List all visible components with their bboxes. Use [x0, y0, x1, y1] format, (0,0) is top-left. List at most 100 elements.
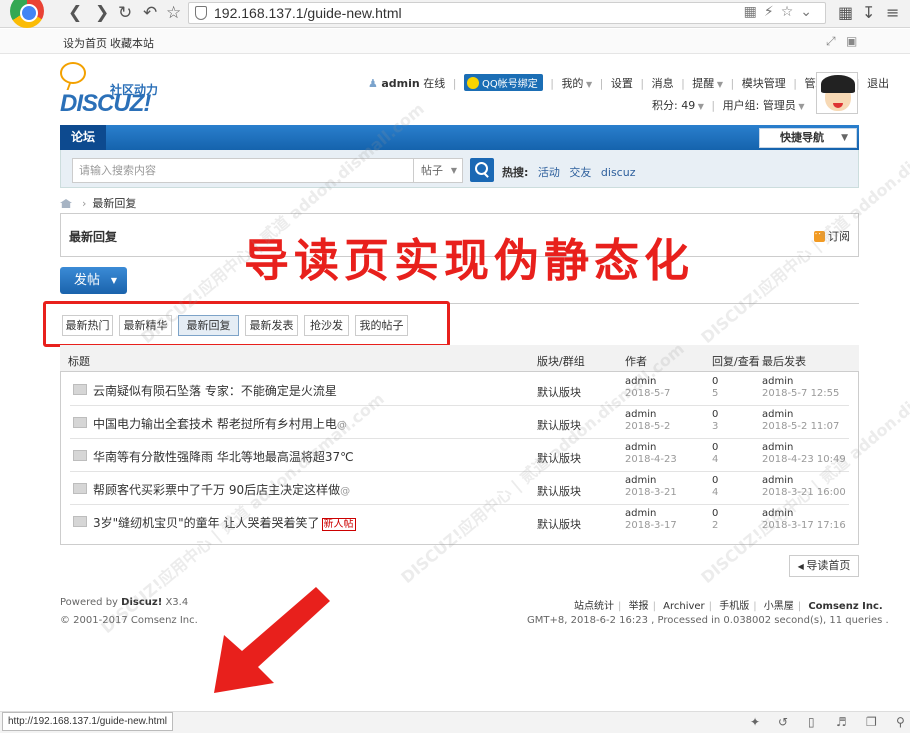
- last-time[interactable]: 2018-4-23 10:49: [762, 454, 846, 465]
- author-name[interactable]: admin: [625, 442, 656, 453]
- thread-subject[interactable]: 帮顾客代买彩票中了千万 90后店主决定这样做@: [93, 481, 350, 498]
- footer-link-comsenz[interactable]: Comsenz Inc.: [808, 601, 882, 612]
- last-user[interactable]: admin: [762, 475, 793, 486]
- download-icon[interactable]: ↧: [862, 3, 875, 22]
- hot-term[interactable]: 交友: [569, 166, 591, 179]
- window-icon[interactable]: ❐: [866, 715, 877, 729]
- guide-home-button[interactable]: ◀ 导读首页: [789, 555, 859, 577]
- last-time[interactable]: 2018-3-21 16:00: [762, 487, 846, 498]
- username-link[interactable]: admin: [381, 77, 419, 90]
- thread-forum[interactable]: 默认版块: [537, 483, 581, 499]
- history-icon[interactable]: ↺: [778, 715, 788, 729]
- last-user[interactable]: admin: [762, 508, 793, 519]
- subscribe-link[interactable]: 订阅: [814, 228, 850, 244]
- star-icon[interactable]: ☆: [166, 3, 181, 23]
- thread-forum[interactable]: 默认版块: [537, 417, 581, 433]
- menu-logout[interactable]: 退出: [867, 77, 889, 90]
- online-status[interactable]: 在线: [423, 77, 445, 90]
- subject-text[interactable]: 中国电力输出全套技术 帮老挝所有乡村用上电: [93, 417, 337, 431]
- tab-sofa[interactable]: 抢沙发: [304, 315, 349, 336]
- style-icon[interactable]: ▣: [846, 34, 857, 48]
- search-type-select[interactable]: 帖子 ▼: [413, 158, 463, 183]
- reload-icon[interactable]: ↻: [118, 3, 132, 23]
- subject-text[interactable]: 华南等有分散性强降雨 华北等地最高温将超37℃: [93, 450, 354, 464]
- menu-icon[interactable]: ≡: [886, 3, 899, 22]
- thread-subject[interactable]: 云南疑似有陨石坠落 专家：不能确定是火流星: [93, 382, 337, 399]
- footer-link-archiver[interactable]: Archiver: [663, 601, 705, 612]
- avatar[interactable]: [816, 72, 858, 114]
- menu-settings[interactable]: 设置: [611, 77, 633, 90]
- search-type-value: 帖子: [421, 164, 443, 177]
- top-links-bar: 设为首页 收藏本站 ⤢ ▣: [0, 29, 910, 54]
- last-user[interactable]: admin: [762, 409, 793, 420]
- footer-link-mobile[interactable]: 手机版: [719, 601, 749, 612]
- thread-forum[interactable]: 默认版块: [537, 450, 581, 466]
- tab-latest-reply[interactable]: 最新回复: [178, 315, 239, 336]
- footer-link-stats[interactable]: 站点统计: [574, 601, 614, 612]
- discuz-link[interactable]: Discuz!: [121, 597, 162, 608]
- search-button[interactable]: [470, 158, 494, 182]
- thread-last-post: admin 2018-5-2 11:07: [762, 409, 839, 433]
- tab-latest-hot[interactable]: 最新热门: [62, 315, 113, 336]
- thread-forum[interactable]: 默认版块: [537, 384, 581, 400]
- last-time[interactable]: 2018-5-2 11:07: [762, 421, 839, 432]
- last-user[interactable]: admin: [762, 376, 793, 387]
- quick-nav-button[interactable]: 快捷导航 ▼: [759, 128, 857, 148]
- last-user[interactable]: admin: [762, 442, 793, 453]
- reply-count: 0: [712, 475, 719, 486]
- subject-text[interactable]: 云南疑似有陨石坠落 专家：不能确定是火流星: [93, 384, 337, 398]
- view-count: 4: [712, 454, 719, 465]
- undo-icon[interactable]: ↶: [143, 3, 157, 23]
- folder-icon: [73, 450, 87, 461]
- thread-subject[interactable]: 3岁"缝纫机宝贝"的童年 让人哭着哭着笑了 新人帖: [93, 514, 356, 531]
- thread-subject[interactable]: 中国电力输出全套技术 帮老挝所有乡村用上电@: [93, 415, 347, 432]
- reply-count: 0: [712, 508, 719, 519]
- home-icon[interactable]: [60, 199, 72, 208]
- thread-forum[interactable]: 默认版块: [537, 516, 581, 532]
- author-name[interactable]: admin: [625, 409, 656, 420]
- fullscreen-icon[interactable]: ⤢: [826, 34, 836, 49]
- address-bar[interactable]: 192.168.137.1/guide-new.html ▦⚡☆⌄: [188, 2, 826, 24]
- col-author: 作者: [625, 355, 647, 368]
- post-date: 2018-4-23: [625, 454, 677, 465]
- apps-grid-icon[interactable]: ▦: [838, 3, 853, 22]
- search-input[interactable]: 请输入搜索内容: [72, 158, 414, 183]
- view-count: 5: [712, 388, 719, 399]
- last-time[interactable]: 2018-5-7 12:55: [762, 388, 839, 399]
- menu-my[interactable]: 我的: [561, 77, 583, 90]
- tab-latest-posts[interactable]: 最新发表: [245, 315, 298, 336]
- address-bar-icons[interactable]: ▦⚡☆⌄: [744, 4, 819, 20]
- nav-tab-forum[interactable]: 论坛: [60, 125, 106, 150]
- post-button[interactable]: 发帖 ▼: [60, 267, 127, 294]
- hot-term[interactable]: discuz: [601, 166, 636, 179]
- forward-icon[interactable]: ❯: [95, 3, 109, 23]
- bookmark-link[interactable]: 收藏本站: [110, 35, 154, 51]
- author-name[interactable]: admin: [625, 475, 656, 486]
- address-text[interactable]: 192.168.137.1/guide-new.html: [214, 4, 402, 23]
- browser-logo-icon[interactable]: [10, 0, 44, 28]
- hot-term[interactable]: 活动: [538, 166, 560, 179]
- set-home-link[interactable]: 设为首页: [63, 35, 107, 51]
- trash-icon[interactable]: ▯: [808, 715, 815, 729]
- menu-messages[interactable]: 消息: [652, 77, 674, 90]
- back-icon[interactable]: ❮: [68, 3, 82, 23]
- tab-my-posts[interactable]: 我的帖子: [355, 315, 408, 336]
- tab-latest-digest[interactable]: 最新精华: [119, 315, 172, 336]
- menu-module-admin[interactable]: 模块管理: [742, 77, 786, 90]
- author-name[interactable]: admin: [625, 508, 656, 519]
- thread-subject[interactable]: 华南等有分散性强降雨 华北等地最高温将超37℃: [93, 448, 354, 465]
- credits-link[interactable]: 积分: 49: [652, 99, 695, 112]
- subject-text[interactable]: 3岁"缝纫机宝贝"的童年 让人哭着哭着笑了: [93, 516, 320, 530]
- breadcrumb-current[interactable]: 最新回复: [92, 197, 136, 210]
- zoom-icon[interactable]: ⚲: [896, 715, 905, 729]
- menu-notifications[interactable]: 提醒: [692, 77, 714, 90]
- footer-link-report[interactable]: 举报: [629, 601, 649, 612]
- author-name[interactable]: admin: [625, 376, 656, 387]
- subject-text[interactable]: 帮顾客代买彩票中了千万 90后店主决定这样做: [93, 483, 340, 497]
- sound-icon[interactable]: ♬: [836, 715, 847, 729]
- footer-link-blackroom[interactable]: 小黑屋: [764, 601, 794, 612]
- last-time[interactable]: 2018-3-17 17:16: [762, 520, 846, 531]
- usergroup-link[interactable]: 用户组: 管理员: [723, 99, 796, 112]
- qq-bind-button[interactable]: QQ帐号绑定: [463, 74, 543, 91]
- pin-icon[interactable]: ✦: [750, 715, 760, 729]
